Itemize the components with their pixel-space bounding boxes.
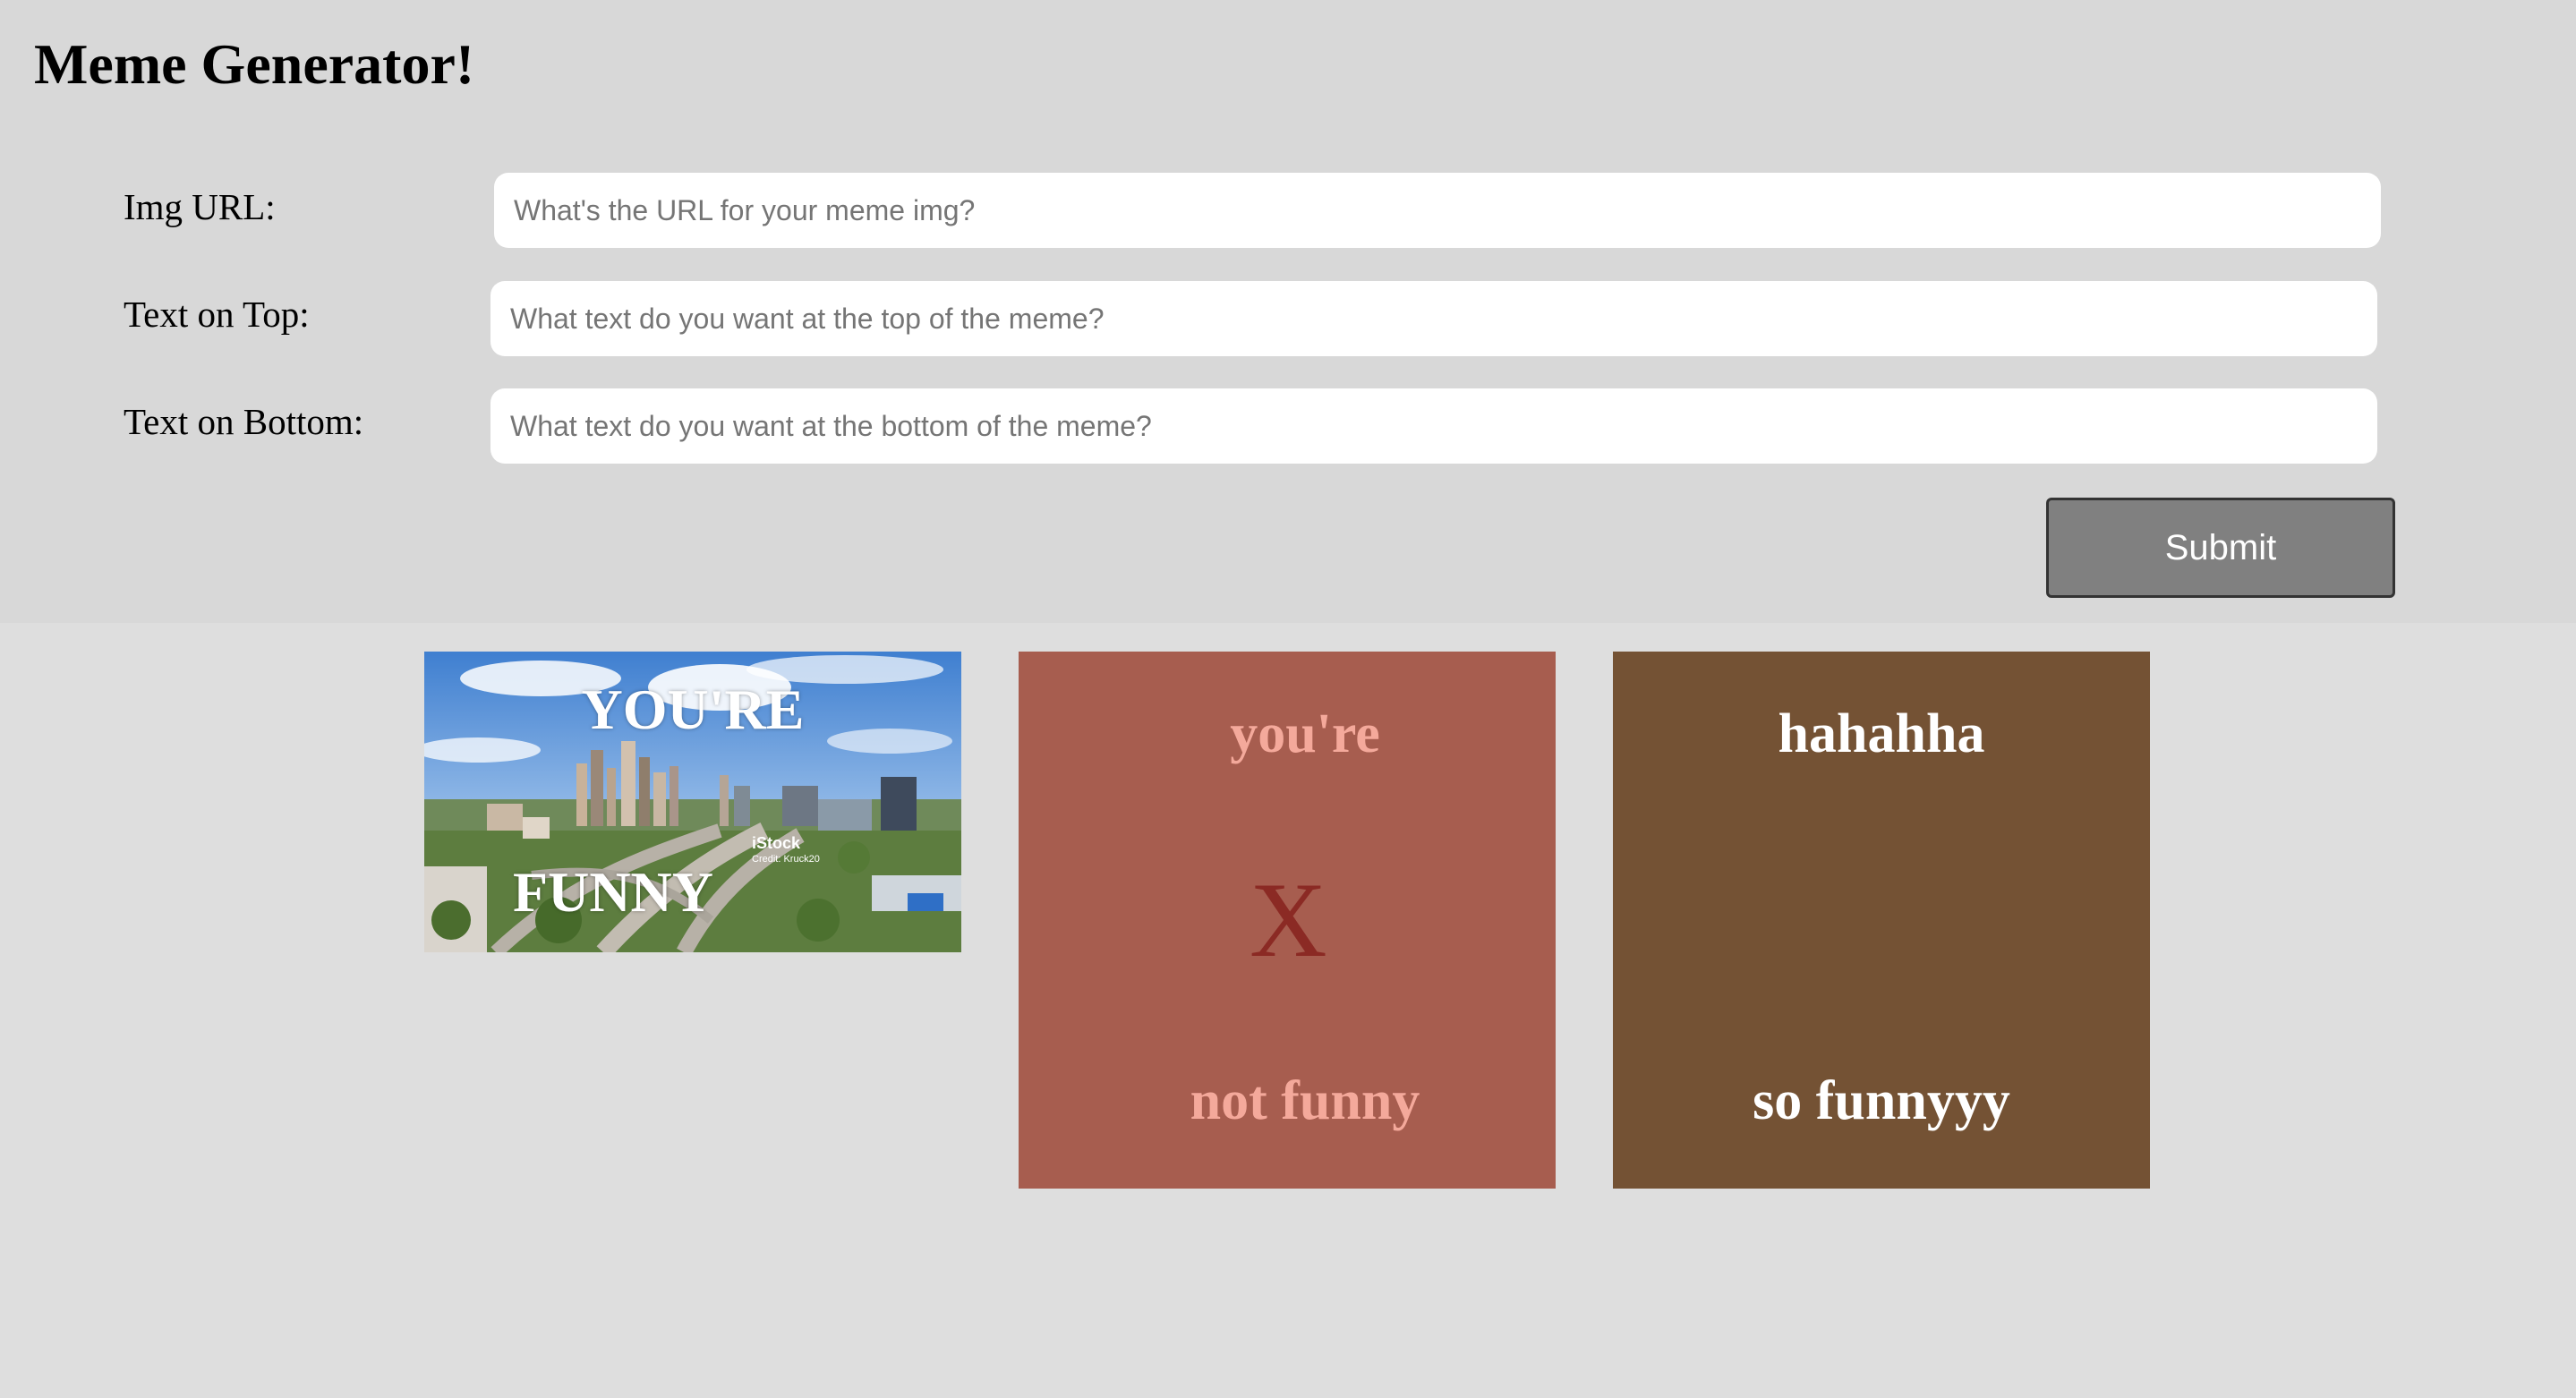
meme-top-text: you're	[1230, 703, 1380, 764]
img-url-label: Img URL:	[124, 186, 276, 227]
submit-button[interactable]: Submit	[2046, 498, 2395, 598]
page-title: Meme Generator!	[34, 32, 475, 96]
delete-meme-button[interactable]: X	[1250, 866, 1327, 974]
meme-top-text: hahahha	[1778, 703, 1985, 764]
img-url-input[interactable]	[494, 173, 2381, 248]
bottom-text-label: Text on Bottom:	[124, 401, 364, 442]
meme-card-solid: hahahha so funnyyy	[1613, 652, 2150, 1189]
istock-watermark: iStock	[752, 834, 801, 852]
meme-card-photo: YOU'RE FUNNY iStock Credit: Kruck20	[424, 652, 961, 952]
top-text-label: Text on Top:	[124, 294, 310, 335]
meme-card-solid: you're X not funny	[1019, 652, 1556, 1189]
top-text-input[interactable]	[490, 281, 2377, 356]
meme-bottom-text: FUNNY	[513, 860, 713, 924]
meme-form: Meme Generator! Img URL: Text on Top: Te…	[0, 0, 2576, 623]
bottom-text-input[interactable]	[490, 388, 2377, 464]
photo-credit: Credit: Kruck20	[752, 854, 820, 865]
meme-bottom-text: not funny	[1190, 1070, 1420, 1131]
meme-bottom-text: so funnyyy	[1753, 1070, 2010, 1131]
meme-top-text: YOU'RE	[581, 678, 805, 741]
